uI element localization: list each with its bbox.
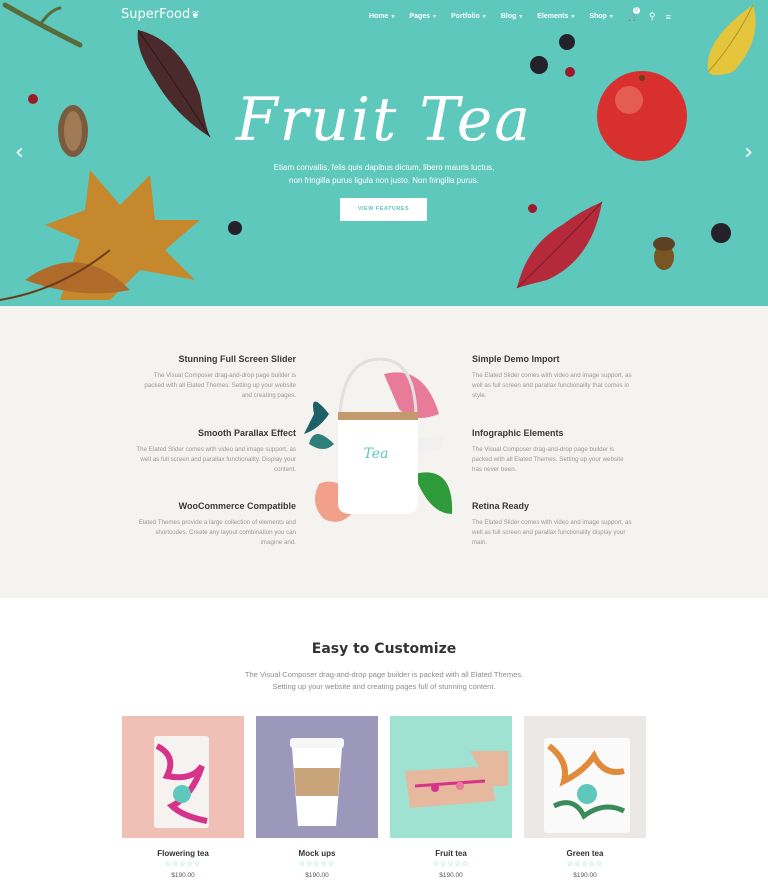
product-image[interactable] — [524, 716, 646, 838]
menu-icon[interactable]: ≡ — [666, 12, 671, 22]
feature-item: Retina Ready The Elated Slider comes wit… — [472, 501, 632, 548]
hero-subtitle-line: Etiam convallis, felis quis dapibus dict… — [273, 163, 495, 172]
features-section: Stunning Full Screen Slider The Visual C… — [0, 306, 768, 598]
product-card[interactable]: Fruit tea ☆☆☆☆☆ $190.00 — [390, 716, 512, 879]
product-image[interactable] — [390, 716, 512, 838]
slider-prev-arrow[interactable]: ‹ — [15, 140, 24, 165]
product-card[interactable]: Green tea ☆☆☆☆☆ $190.00 — [524, 716, 646, 879]
section-subtitle: The Visual Composer drag-and-drop page b… — [230, 669, 538, 693]
acorn-decoration — [653, 237, 675, 270]
product-box-graphic — [405, 751, 508, 808]
slider-next-arrow[interactable]: › — [744, 140, 753, 165]
product-package-graphic — [154, 736, 209, 828]
nav-item-home[interactable]: Home ▼ — [369, 13, 395, 20]
product-price: $190.00 — [439, 872, 463, 879]
chevron-down-icon: ▼ — [432, 14, 437, 20]
star-rating: ☆☆☆☆☆ — [432, 861, 470, 868]
section-subtitle-line: The Visual Composer drag-and-drop page b… — [244, 670, 524, 679]
red-berry-decoration — [528, 204, 537, 213]
product-package-graphic — [544, 738, 630, 833]
nav-item-blog[interactable]: Blog ▼ — [501, 13, 524, 20]
feature-text: The Elated Slider comes with video and i… — [472, 372, 632, 399]
nav-item-elements[interactable]: Elements ▼ — [537, 13, 575, 20]
hero-slider: SuperFood❦ Home ▼ Pages ▼ Portfolio ▼ Blog ▼… — [0, 0, 768, 306]
red-berry-decoration — [565, 67, 575, 77]
feature-text: The Elated Slider comes with video and i… — [136, 446, 296, 473]
search-icon[interactable]: ⚲ — [649, 11, 656, 22]
product-image[interactable] — [256, 716, 378, 838]
product-name[interactable]: Fruit tea — [390, 849, 512, 858]
feature-item: WooCommerce Compatible Elated Themes pro… — [136, 501, 296, 548]
feature-text: The Visual Composer drag-and-drop page b… — [144, 372, 296, 399]
yellow-leaf-decoration — [707, 4, 756, 75]
feature-title: WooCommerce Compatible — [178, 501, 296, 511]
product-card[interactable]: Mock ups ☆☆☆☆☆ $190.00 — [256, 716, 378, 879]
feature-title: Retina Ready — [472, 501, 530, 511]
branch-decoration — [2, 2, 83, 48]
section-title: Easy to Customize — [311, 641, 457, 657]
product-price: $190.00 — [573, 872, 597, 879]
view-features-button[interactable]: VIEW FEATURES — [340, 198, 427, 221]
star-rating: ☆☆☆☆☆ — [164, 861, 202, 868]
nav-item-portfolio[interactable]: Portfolio ▼ — [451, 13, 487, 20]
teapot-label: Tea — [363, 446, 389, 462]
leaf-icon: ❦ — [191, 10, 200, 21]
product-cup-graphic — [290, 738, 344, 826]
star-rating: ☆☆☆☆☆ — [566, 861, 604, 868]
feature-title: Infographic Elements — [472, 428, 564, 438]
product-image[interactable] — [122, 716, 244, 838]
hero-title: Fruit Tea — [236, 85, 532, 155]
nav-label: Elements — [537, 13, 569, 20]
feature-title: Stunning Full Screen Slider — [178, 354, 296, 364]
apple-decoration — [597, 71, 687, 161]
nav-label: Portfolio — [450, 13, 480, 20]
teapot-illustration: Tea — [304, 354, 464, 554]
chevron-down-icon: ▼ — [518, 14, 524, 20]
red-berry-decoration — [28, 94, 38, 104]
feature-title: Simple Demo Import — [472, 354, 560, 364]
feature-text: The Visual Composer drag-and-drop page b… — [472, 446, 624, 473]
nav-label: Shop — [589, 13, 607, 20]
nav-label: Blog — [500, 13, 517, 20]
blackberry-decoration — [228, 221, 242, 235]
hero-subtitle: Etiam convallis, felis quis dapibus dict… — [250, 161, 518, 187]
nav-label: Home — [369, 13, 389, 20]
hero-subtitle-line: non fringilla purus ligula non justo. No… — [289, 176, 479, 185]
product-name[interactable]: Green tea — [524, 849, 646, 858]
feature-text: Elated Themes provide a large collection… — [138, 519, 296, 546]
product-name[interactable]: Flowering tea — [122, 849, 244, 858]
logo-text: SuperFood — [121, 7, 191, 22]
maple-leaf-decoration — [0, 170, 200, 301]
cart-icon[interactable]: 🛒 0 — [628, 7, 640, 22]
product-card[interactable]: Flowering tea ☆☆☆☆☆ $190.00 — [122, 716, 244, 879]
feature-item: Infographic Elements The Visual Composer… — [472, 428, 632, 475]
cart-count-badge: 0 — [632, 7, 640, 14]
feature-item: Stunning Full Screen Slider The Visual C… — [136, 354, 296, 401]
feature-item: Simple Demo Import The Elated Slider com… — [472, 354, 632, 401]
nav-item-shop[interactable]: Shop ▼ — [589, 13, 613, 20]
logo[interactable]: SuperFood❦ — [121, 7, 200, 22]
feature-text: The Elated Slider comes with video and i… — [472, 519, 632, 546]
product-price: $190.00 — [305, 872, 329, 879]
chevron-down-icon: ▼ — [481, 14, 487, 20]
blackberry-decoration — [530, 56, 548, 74]
blackberry-decoration — [559, 34, 575, 50]
star-rating: ☆☆☆☆☆ — [298, 861, 336, 868]
section-subtitle-line: Setting up your website and creating pag… — [272, 682, 496, 691]
product-price: $190.00 — [171, 872, 195, 879]
feature-item: Smooth Parallax Effect The Elated Slider… — [136, 428, 296, 475]
main-nav: Home ▼ Pages ▼ Portfolio ▼ Blog ▼ Elements ▼ … — [369, 7, 681, 22]
chevron-down-icon: ▼ — [390, 14, 396, 20]
feature-title: Smooth Parallax Effect — [197, 428, 296, 438]
nav-label: Pages — [409, 13, 431, 20]
nav-item-pages[interactable]: Pages ▼ — [409, 13, 437, 20]
chevron-down-icon: ▼ — [570, 14, 576, 20]
blackberry-decoration — [711, 223, 731, 243]
chevron-down-icon: ▼ — [608, 14, 614, 20]
product-name[interactable]: Mock ups — [256, 849, 378, 858]
